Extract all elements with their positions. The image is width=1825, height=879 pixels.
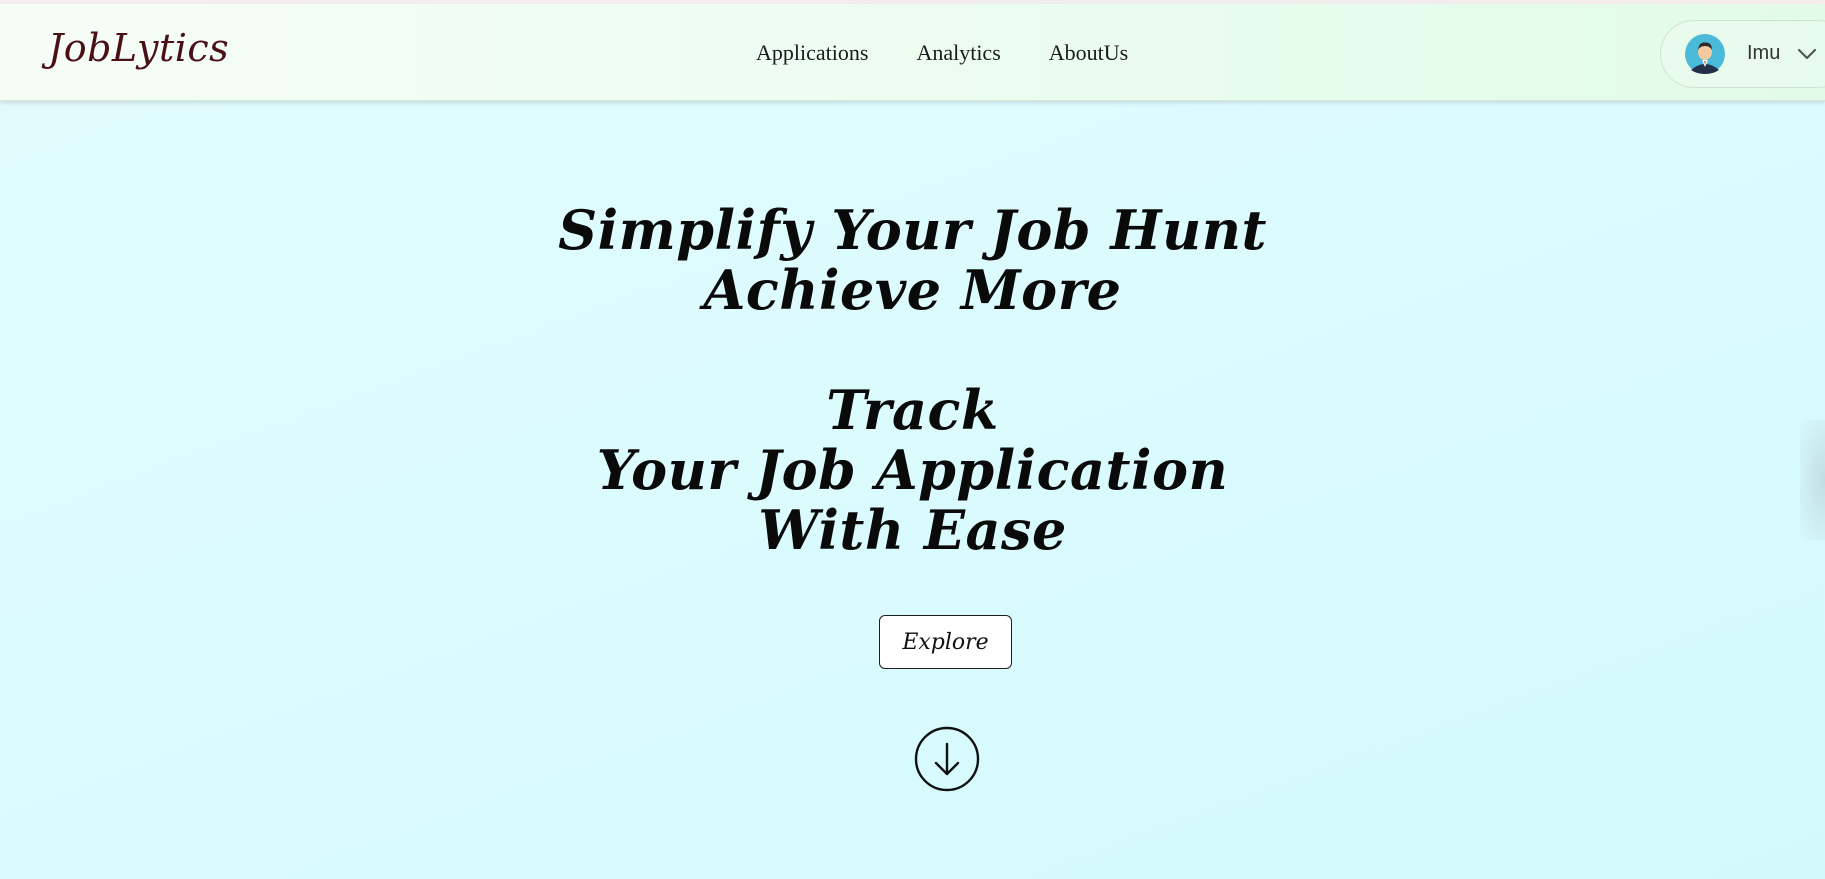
chevron-down-icon[interactable]	[1797, 47, 1817, 61]
user-avatar-icon	[1685, 34, 1725, 74]
nav-link-aboutus[interactable]: AboutUs	[1049, 40, 1128, 66]
nav-link-applications[interactable]: Applications	[756, 40, 868, 66]
hero-tagline-line: With Ease	[758, 498, 1067, 562]
side-decoration	[1800, 420, 1825, 540]
hero-tagline-line: Track	[826, 378, 999, 442]
user-name: Imu	[1747, 42, 1781, 64]
hero-section: Simplify Your Job Hunt Achieve More Trac…	[0, 200, 1825, 560]
hero-headline-line: Achieve More	[703, 258, 1122, 322]
nav-link-analytics[interactable]: Analytics	[916, 40, 1000, 66]
hero-tagline: Track Your Job Application With Ease	[0, 380, 1825, 560]
navbar: JobLytics Applications Analytics AboutUs…	[0, 4, 1825, 101]
hero-tagline-line: Your Job Application	[596, 438, 1229, 502]
user-menu-button[interactable]: Imu	[1660, 20, 1825, 88]
hero-headline-line: Simplify Your Job Hunt	[558, 198, 1267, 262]
nav-links: Applications Analytics AboutUs	[756, 40, 1128, 66]
explore-button[interactable]: Explore	[879, 615, 1012, 669]
arrow-down-circle-icon[interactable]	[914, 726, 980, 792]
hero-headline: Simplify Your Job Hunt Achieve More	[0, 200, 1825, 320]
brand-logo[interactable]: JobLytics	[48, 26, 229, 70]
